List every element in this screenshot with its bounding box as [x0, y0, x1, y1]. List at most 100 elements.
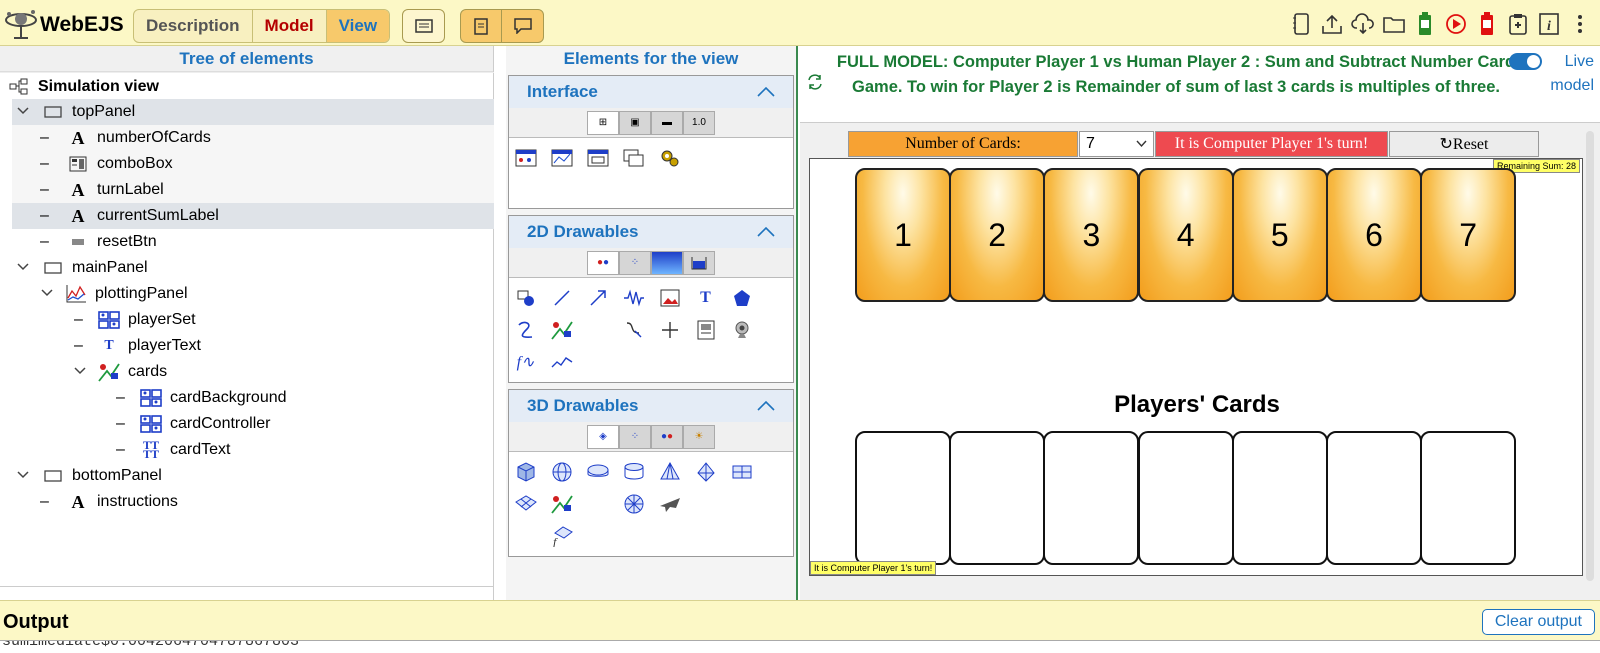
reset-button[interactable]: ↻Reset: [1389, 131, 1539, 157]
section-header[interactable]: Interface: [509, 76, 793, 108]
3d-drawables-tab[interactable]: ● ●: [651, 424, 683, 449]
airplane-icon[interactable]: [657, 490, 682, 518]
chevron-down-icon[interactable]: [73, 364, 87, 378]
tab-view[interactable]: View: [326, 10, 390, 42]
cube-icon[interactable]: [513, 458, 538, 486]
info-icon[interactable]: i: [1536, 11, 1561, 36]
trace-icon[interactable]: [549, 348, 574, 376]
green-bottle-icon[interactable]: [1412, 11, 1437, 36]
3d-sets-tab[interactable]: ⁘: [619, 424, 651, 449]
plotting-panel[interactable]: Remaining Sum: 28 1234567 Players' Cards…: [809, 158, 1583, 576]
spoke-sphere-icon[interactable]: [621, 490, 646, 518]
edit-view-button[interactable]: [461, 10, 503, 42]
cross-icon[interactable]: [657, 316, 682, 344]
number-card[interactable]: 3: [1043, 168, 1140, 302]
gears-icon[interactable]: [657, 144, 682, 172]
refresh-icon[interactable]: [806, 74, 824, 95]
spring-icon[interactable]: [621, 284, 646, 312]
3d-lights-tab[interactable]: ☀: [683, 424, 715, 449]
dialog-icon[interactable]: [585, 144, 610, 172]
folder-icon[interactable]: [1381, 11, 1406, 36]
clear-output-button[interactable]: Clear output: [1481, 609, 1595, 635]
cloud-download-icon[interactable]: [1350, 11, 1375, 36]
tree-item-playerText[interactable]: – T playerText: [12, 333, 494, 359]
tree-item-mainPanel[interactable]: mainPanel: [12, 255, 494, 281]
chevron-down-icon[interactable]: [16, 104, 30, 118]
chevron-down-icon[interactable]: [16, 468, 30, 482]
plot-frame-icon[interactable]: [549, 144, 574, 172]
arrow-icon[interactable]: [585, 284, 610, 312]
comment-button[interactable]: [502, 10, 543, 42]
tree-item-bottomPanel[interactable]: bottomPanel: [12, 463, 494, 489]
trail-icon[interactable]: [513, 316, 538, 344]
player-card-slot[interactable]: [1043, 431, 1140, 565]
section-header[interactable]: 2D Drawables: [509, 216, 793, 248]
camera-icon[interactable]: [729, 316, 754, 344]
tree-item-currentSumLabel[interactable]: – A currentSumLabel: [12, 203, 494, 229]
text-icon[interactable]: T: [693, 284, 718, 312]
clipboard-icon[interactable]: [1505, 11, 1530, 36]
group-icon[interactable]: [549, 316, 574, 344]
chevron-up-icon[interactable]: [757, 227, 775, 237]
chevron-down-icon[interactable]: [40, 286, 54, 300]
player-card-slot[interactable]: [949, 431, 1046, 565]
drawables-tab[interactable]: ● ●: [587, 250, 619, 275]
upload-icon[interactable]: [1319, 11, 1344, 36]
number-card[interactable]: 7: [1420, 168, 1517, 302]
bodies-tab[interactable]: [683, 250, 715, 275]
segment-icon[interactable]: [549, 284, 574, 312]
live-model-toggle[interactable]: [1509, 53, 1542, 70]
more-options-icon[interactable]: [1567, 11, 1592, 36]
tree-item-cardText[interactable]: – TT TT cardText: [12, 437, 494, 463]
output-console[interactable]: sumimediate$0.0042064704787867803: [0, 640, 1600, 653]
function-surface-icon[interactable]: f: [549, 522, 574, 550]
tree-item-resetBtn[interactable]: – resetBtn: [12, 229, 494, 255]
tree-item-plottingPanel[interactable]: plottingPanel: [12, 281, 494, 307]
sphere-icon[interactable]: [549, 458, 574, 486]
notebook-icon[interactable]: [1288, 11, 1313, 36]
player-card-slot[interactable]: [855, 431, 951, 565]
buttons-tab[interactable]: ▬: [651, 110, 683, 135]
number-of-cards-select[interactable]: 7: [1079, 131, 1154, 157]
tree-item-cardController[interactable]: – cardController: [12, 411, 494, 437]
3d-group-icon[interactable]: [549, 490, 574, 518]
plane-icon[interactable]: [729, 458, 754, 486]
chevron-up-icon[interactable]: [757, 401, 775, 411]
fields-tab[interactable]: [651, 250, 683, 275]
tree-root[interactable]: Simulation view: [8, 74, 159, 100]
tab-model[interactable]: Model: [253, 10, 327, 42]
document-panel-icon[interactable]: [693, 316, 718, 344]
function-icon[interactable]: f∿: [513, 348, 538, 376]
player-card-slot[interactable]: [1420, 431, 1517, 565]
number-card[interactable]: 5: [1231, 168, 1328, 302]
cylinder-icon[interactable]: [621, 458, 646, 486]
windows-tab[interactable]: ▣: [619, 110, 651, 135]
containers-tab[interactable]: ⊞: [587, 110, 619, 135]
tree-item-cardBackground[interactable]: – cardBackground: [12, 385, 494, 411]
shape-icon[interactable]: [513, 284, 538, 312]
player-card-slot[interactable]: [1326, 431, 1422, 565]
tree-item-comboBox[interactable]: – comboBox: [12, 151, 494, 177]
polygon-icon[interactable]: [729, 284, 754, 312]
tab-description[interactable]: Description: [134, 10, 253, 42]
pyramid-icon[interactable]: [693, 458, 718, 486]
player-card-slot[interactable]: [1231, 431, 1328, 565]
disk-icon[interactable]: [585, 458, 610, 486]
toggle-description-button[interactable]: [402, 9, 445, 43]
analytic-curve-icon[interactable]: [621, 316, 646, 344]
surface-icon[interactable]: [513, 490, 538, 518]
tree-item-turnLabel[interactable]: – A turnLabel: [12, 177, 494, 203]
sets-tab[interactable]: ⁘: [619, 250, 651, 275]
chevron-up-icon[interactable]: [757, 87, 775, 97]
image-icon[interactable]: [657, 284, 682, 312]
tree-item-numberOfCards[interactable]: – A numberOfCards: [12, 125, 494, 151]
tree-item-playerSet[interactable]: – playerSet: [12, 307, 494, 333]
number-card[interactable]: 6: [1326, 168, 1422, 302]
vertical-scrollbar[interactable]: [1586, 131, 1594, 581]
number-card[interactable]: 1: [855, 168, 951, 302]
values-tab[interactable]: 1.0: [683, 110, 715, 135]
chevron-down-icon[interactable]: [16, 260, 30, 274]
frame-icon[interactable]: [513, 144, 538, 172]
windows-icon[interactable]: [621, 144, 646, 172]
3d-bodies-tab[interactable]: ◈: [587, 424, 619, 449]
